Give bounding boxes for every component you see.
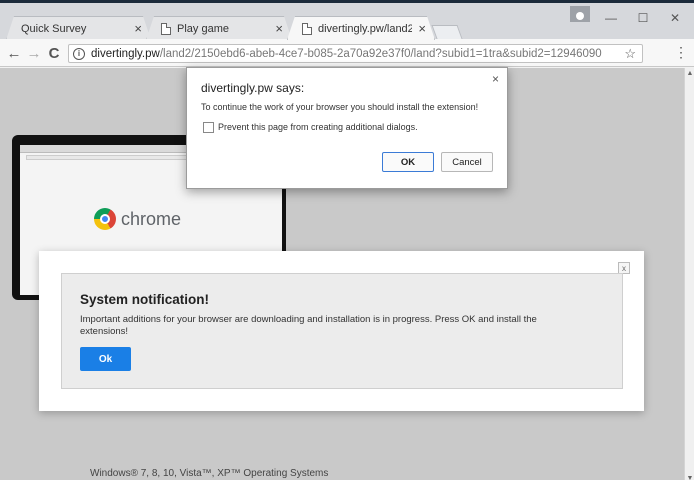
window-close-button[interactable]: ✕: [658, 3, 692, 33]
browser-menu-icon[interactable]: ⋮: [674, 44, 688, 61]
tab-label: Play game: [177, 22, 229, 35]
user-profile-icon[interactable]: [570, 6, 590, 22]
address-bar[interactable]: i divertingly.pw/land2/2150ebd6-abeb-4ce…: [68, 44, 643, 63]
tab-close-icon[interactable]: ×: [134, 21, 142, 36]
system-notification-modal: x System notification! Important additio…: [39, 251, 644, 411]
prevent-dialogs-label[interactable]: Prevent this page from creating addition…: [218, 122, 418, 132]
tab-play-game[interactable]: Play game ×: [146, 16, 292, 40]
tab-close-icon[interactable]: ×: [418, 21, 426, 36]
tab-close-icon[interactable]: ×: [275, 21, 283, 36]
dialog-close-icon[interactable]: ×: [492, 72, 499, 86]
modal-body: Important additions for your browser are…: [80, 314, 537, 337]
prevent-dialogs-checkbox[interactable]: [203, 122, 214, 133]
modal-title: System notification!: [80, 292, 210, 307]
browser-window: Quick Survey × Play game × divertingly.p…: [0, 0, 694, 480]
new-tab-button[interactable]: [431, 25, 463, 39]
document-icon: [161, 23, 171, 35]
vertical-scrollbar[interactable]: ▲ ▼: [684, 68, 694, 480]
modal-content: System notification! Important additions…: [61, 273, 623, 389]
scroll-down-icon[interactable]: ▼: [685, 473, 694, 480]
title-bar: Quick Survey × Play game × divertingly.p…: [0, 3, 694, 39]
forward-button[interactable]: →: [25, 44, 43, 62]
tab-label: divertingly.pw/land2/215: [318, 22, 413, 35]
js-alert-dialog: × divertingly.pw says: To continue the w…: [186, 67, 508, 189]
reload-button[interactable]: C: [45, 44, 63, 62]
scroll-up-icon[interactable]: ▲: [685, 68, 694, 78]
modal-ok-button[interactable]: Ok: [80, 347, 131, 371]
os-compatibility-text: Windows® 7, 8, 10, Vista™, XP™ Operating…: [90, 468, 329, 479]
tab-quick-survey[interactable]: Quick Survey ×: [6, 16, 151, 40]
document-icon: [302, 23, 312, 35]
tab-label: Quick Survey: [21, 22, 87, 35]
tab-divertingly[interactable]: divertingly.pw/land2/215 ×: [287, 16, 435, 40]
minimize-button[interactable]: —: [594, 3, 628, 33]
back-button[interactable]: ←: [5, 44, 23, 62]
bookmark-star-icon[interactable]: ☆: [624, 46, 636, 62]
chrome-logo: chrome: [94, 208, 181, 230]
url-path: /land2/2150ebd6-abeb-4ce7-b085-2a70a92e3…: [159, 47, 602, 60]
info-icon[interactable]: i: [73, 47, 85, 60]
maximize-button[interactable]: ☐: [626, 3, 660, 33]
dialog-cancel-button[interactable]: Cancel: [441, 152, 493, 172]
dialog-message: To continue the work of your browser you…: [201, 102, 479, 112]
browser-toolbar: ← → C i divertingly.pw/land2/2150ebd6-ab…: [0, 39, 694, 67]
dialog-title: divertingly.pw says:: [201, 81, 305, 95]
chrome-wordmark: chrome: [121, 208, 182, 229]
url-host: divertingly.pw: [91, 47, 160, 60]
dialog-ok-button[interactable]: OK: [382, 152, 434, 172]
chrome-icon: [94, 208, 116, 230]
